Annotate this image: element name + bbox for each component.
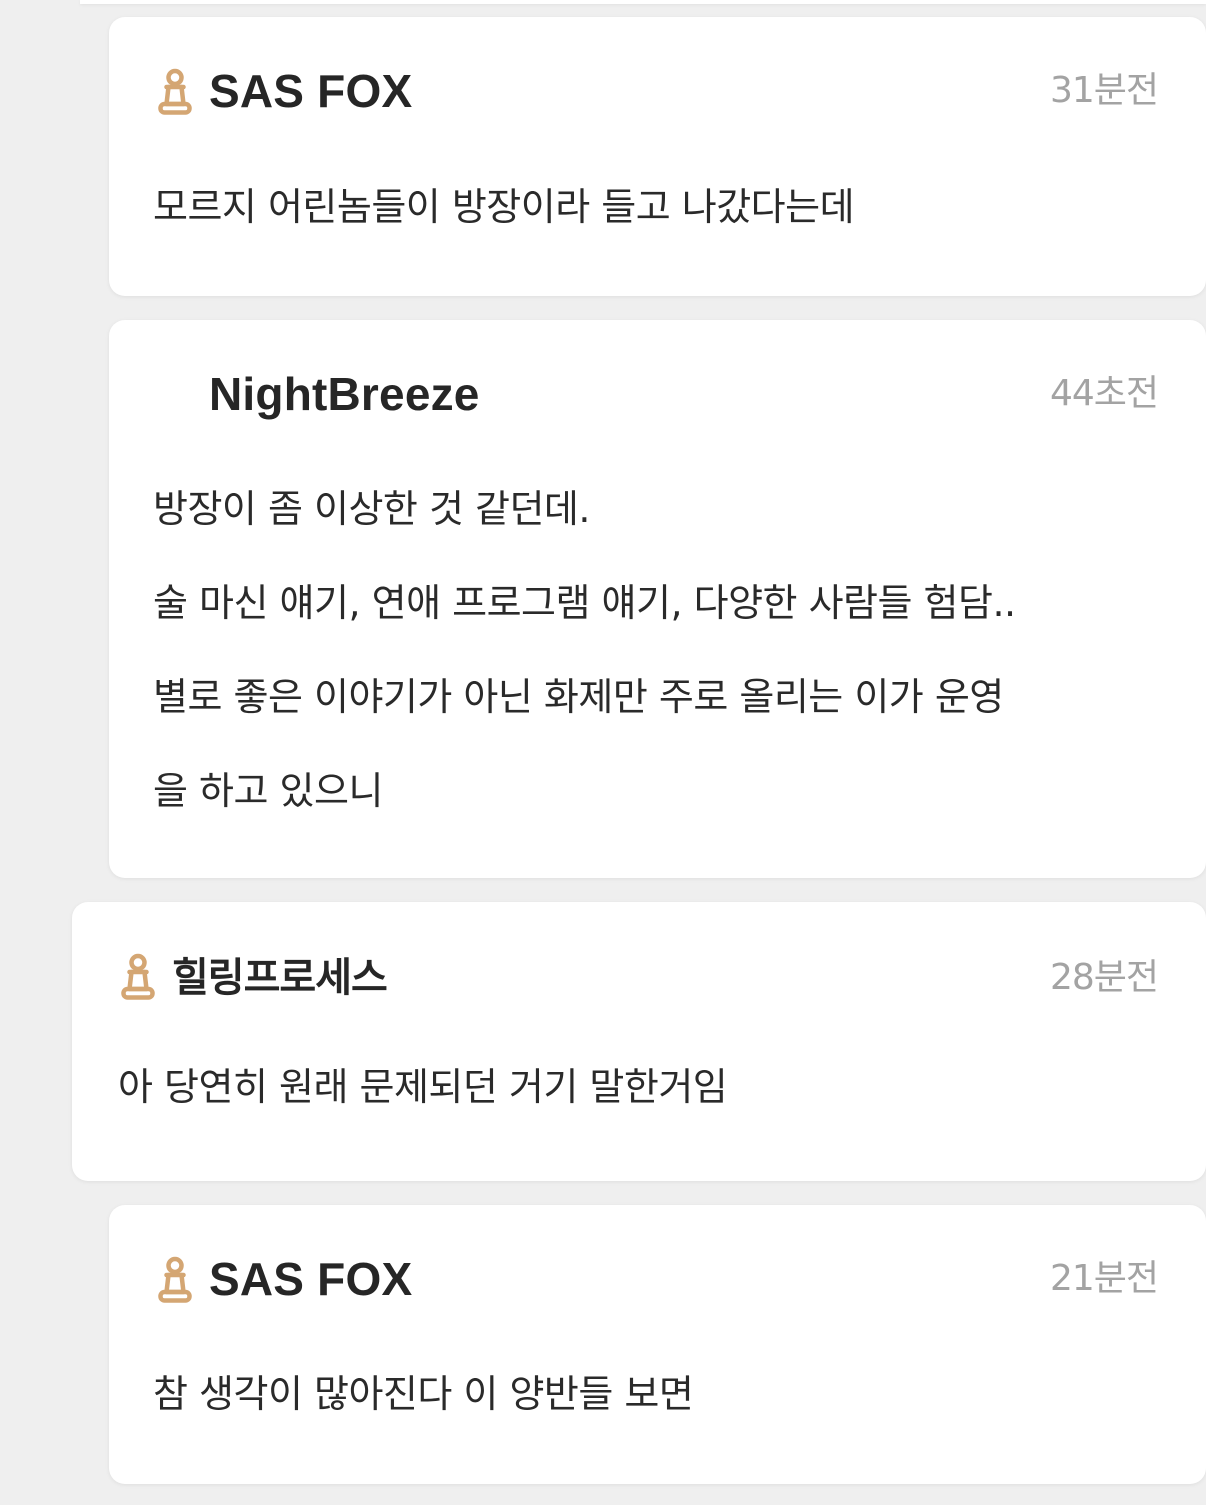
comment-text-line: 아 당연히 원래 문제되던 거기 말한거임 (118, 1065, 728, 1109)
comment-text-line: 모르지 어린놈들이 방장이라 들고 나갔다는데 (153, 185, 855, 229)
pawn-badge-icon (158, 68, 192, 115)
comment-header: SAS FOX 31분전 (153, 65, 1159, 117)
username[interactable]: SAS FOX (209, 65, 412, 117)
comment-text-line: 참 생각이 많아진다 이 양반들 보면 (153, 1372, 694, 1416)
comment-timestamp: 21분전 (1049, 1258, 1159, 1299)
previous-card-edge (80, 0, 1206, 4)
comment-card: SAS FOX 31분전 모르지 어린놈들이 방장이라 들고 나갔다는데 (109, 17, 1206, 296)
username[interactable]: NightBreeze (209, 368, 480, 420)
comment-timestamp: 44초전 (1049, 373, 1159, 414)
comment-text-line: 방장이 좀 이상한 것 같던데. (153, 487, 590, 531)
comment-text-line: 을 하고 있으니 (153, 769, 383, 813)
comment-text-line: 별로 좋은 이야기가 아닌 화제만 주로 올리는 이가 운영 (153, 675, 1004, 719)
pawn-badge-icon (158, 1256, 192, 1303)
comment-timestamp: 28분전 (1049, 957, 1159, 998)
username[interactable]: 힐링프로세스 (172, 952, 388, 1004)
comment-timestamp: 31분전 (1049, 70, 1159, 111)
comment-body: 방장이 좀 이상한 것 같던데. 술 마신 얘기, 연애 프로그램 얘기, 다양… (153, 486, 1166, 862)
comment-card: NightBreeze 44초전 방장이 좀 이상한 것 같던데. 술 마신 얘… (109, 320, 1206, 878)
comment-body: 아 당연히 원래 문제되던 거기 말한거임 (118, 1064, 1166, 1158)
comment-card: 힐링프로세스 28분전 아 당연히 원래 문제되던 거기 말한거임 (72, 902, 1206, 1181)
comment-header: NightBreeze 44초전 (153, 368, 1159, 420)
comment-header: SAS FOX 21분전 (153, 1253, 1159, 1305)
username[interactable]: SAS FOX (209, 1253, 412, 1305)
comment-text-line: 술 마신 얘기, 연애 프로그램 얘기, 다양한 사람들 험담.. (153, 581, 1016, 625)
pawn-badge-icon (121, 953, 155, 1000)
comment-header: 힐링프로세스 28분전 (116, 952, 1159, 1004)
comment-body: 모르지 어린놈들이 방장이라 들고 나갔다는데 (153, 184, 1166, 278)
comment-body: 참 생각이 많아진다 이 양반들 보면 (153, 1371, 1166, 1465)
comment-card: SAS FOX 21분전 참 생각이 많아진다 이 양반들 보면 (109, 1205, 1206, 1484)
